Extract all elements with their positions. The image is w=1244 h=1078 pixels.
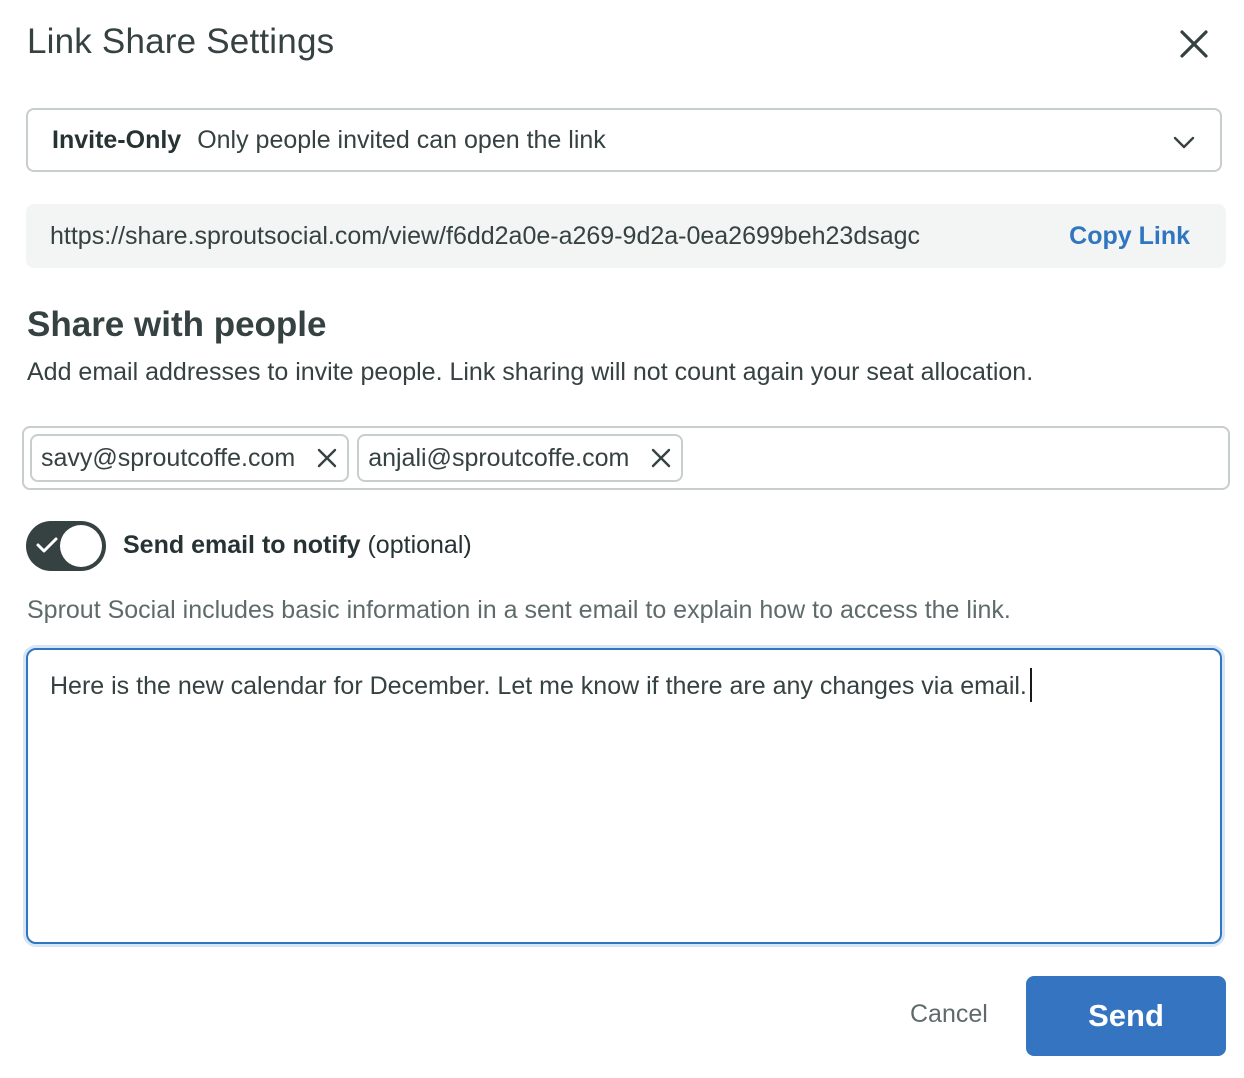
remove-recipient-button[interactable] <box>651 448 671 468</box>
share-link-url: https://share.sproutsocial.com/view/f6dd… <box>50 222 921 250</box>
cancel-button[interactable]: Cancel <box>910 1000 988 1029</box>
chevron-down-icon <box>1173 136 1195 149</box>
recipient-token: anjali@sproutcoffe.com <box>357 434 684 482</box>
recipient-email: anjali@sproutcoffe.com <box>368 443 630 472</box>
copy-link-button[interactable]: Copy Link <box>1069 204 1190 268</box>
close-icon <box>317 448 337 468</box>
access-level-select[interactable]: Invite-Only Only people invited can open… <box>26 108 1222 172</box>
notify-label-text: Send email to notify <box>123 531 361 559</box>
access-level-label: Invite-Only <box>52 125 182 154</box>
notify-optional-suffix: (optional) <box>367 531 472 559</box>
link-share-settings-dialog: Link Share Settings Invite-Only Only peo… <box>0 0 1244 1078</box>
recipient-email: savy@sproutcoffe.com <box>41 443 296 472</box>
share-link-bar: https://share.sproutsocial.com/view/f6dd… <box>26 204 1226 268</box>
notify-info-text: Sprout Social includes basic information… <box>27 596 1011 624</box>
close-icon <box>652 448 671 468</box>
close-icon <box>1180 30 1208 58</box>
toggle-knob <box>60 525 102 567</box>
send-button[interactable]: Send <box>1026 976 1226 1056</box>
share-section-heading: Share with people <box>27 305 327 344</box>
remove-recipient-button[interactable] <box>317 448 337 468</box>
notify-label: Send email to notify (optional) <box>123 531 472 560</box>
notify-toggle[interactable] <box>26 521 106 571</box>
dialog-title: Link Share Settings <box>27 22 335 61</box>
recipients-input[interactable]: savy@sproutcoffe.com anjali@sproutcoffe.… <box>22 426 1230 490</box>
text-caret <box>1029 668 1032 702</box>
message-text: Here is the new calendar for December. L… <box>50 672 1027 700</box>
recipient-token: savy@sproutcoffe.com <box>30 434 350 482</box>
check-icon <box>36 537 58 553</box>
close-button[interactable] <box>1172 22 1216 66</box>
share-help-text: Add email addresses to invite people. Li… <box>27 358 1034 386</box>
access-level-description: Only people invited can open the link <box>197 125 606 154</box>
message-textarea[interactable]: Here is the new calendar for December. L… <box>26 648 1222 944</box>
